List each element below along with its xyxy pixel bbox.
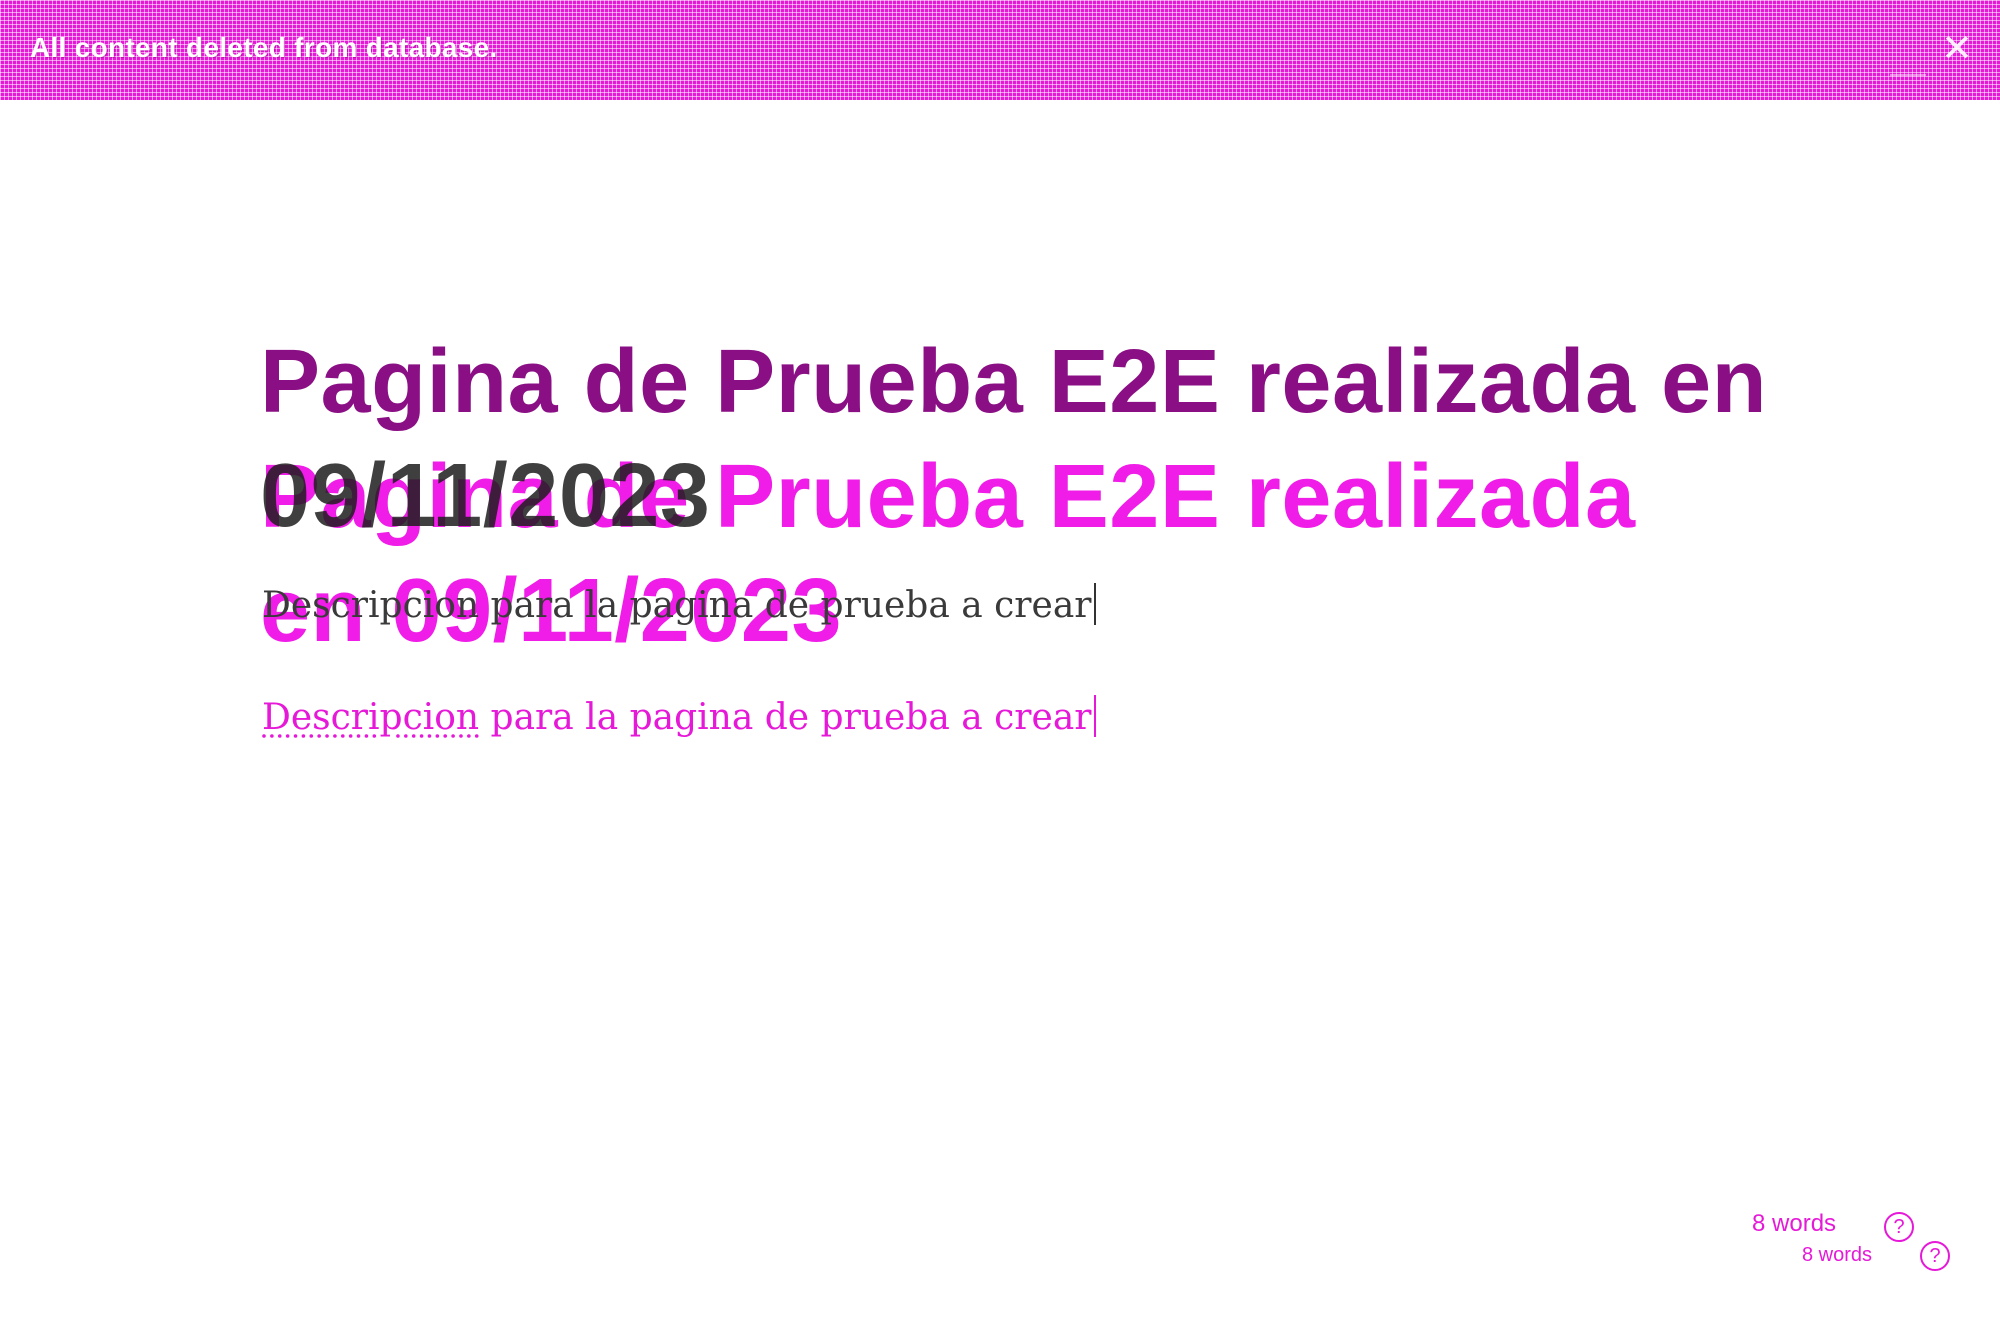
post-description-input[interactable]: Descripcion para la pagina de prueba a c… — [262, 582, 1096, 630]
description-text: Descripcion para la pagina de prueba a c… — [262, 585, 1092, 626]
word-count-ghost: 8 words — [1802, 1244, 1873, 1266]
banner-message: All content deleted from database. — [30, 32, 498, 63]
close-icon[interactable]: ✕ — [1940, 30, 1974, 68]
text-caret-ghost — [1093, 695, 1096, 737]
description-rest: para la pagina de prueba a crear — [479, 697, 1092, 738]
post-title-input[interactable]: Pagina de Prueba E2E realizada en — [260, 325, 1780, 439]
word-count: 8 words — [1752, 1210, 1837, 1237]
banner-divider — [1890, 74, 1926, 76]
post-title-date: 09/11/2023 — [260, 446, 711, 546]
post-title-line1: Pagina de Prueba E2E realizada en — [260, 332, 1768, 432]
post-editor: Pagina de Prueba E2E realizada en Pagina… — [0, 100, 2000, 1320]
help-icon[interactable]: ? — [1884, 1212, 1914, 1242]
post-description-ghost: Descripcion para la pagina de prueba a c… — [262, 694, 1096, 742]
help-icon-ghost[interactable]: ? — [1920, 1241, 1950, 1271]
description-first-word: Descripcion — [262, 697, 480, 738]
notification-banner: All content deleted from database. ✕ — [0, 0, 2000, 100]
text-caret — [1093, 583, 1096, 625]
